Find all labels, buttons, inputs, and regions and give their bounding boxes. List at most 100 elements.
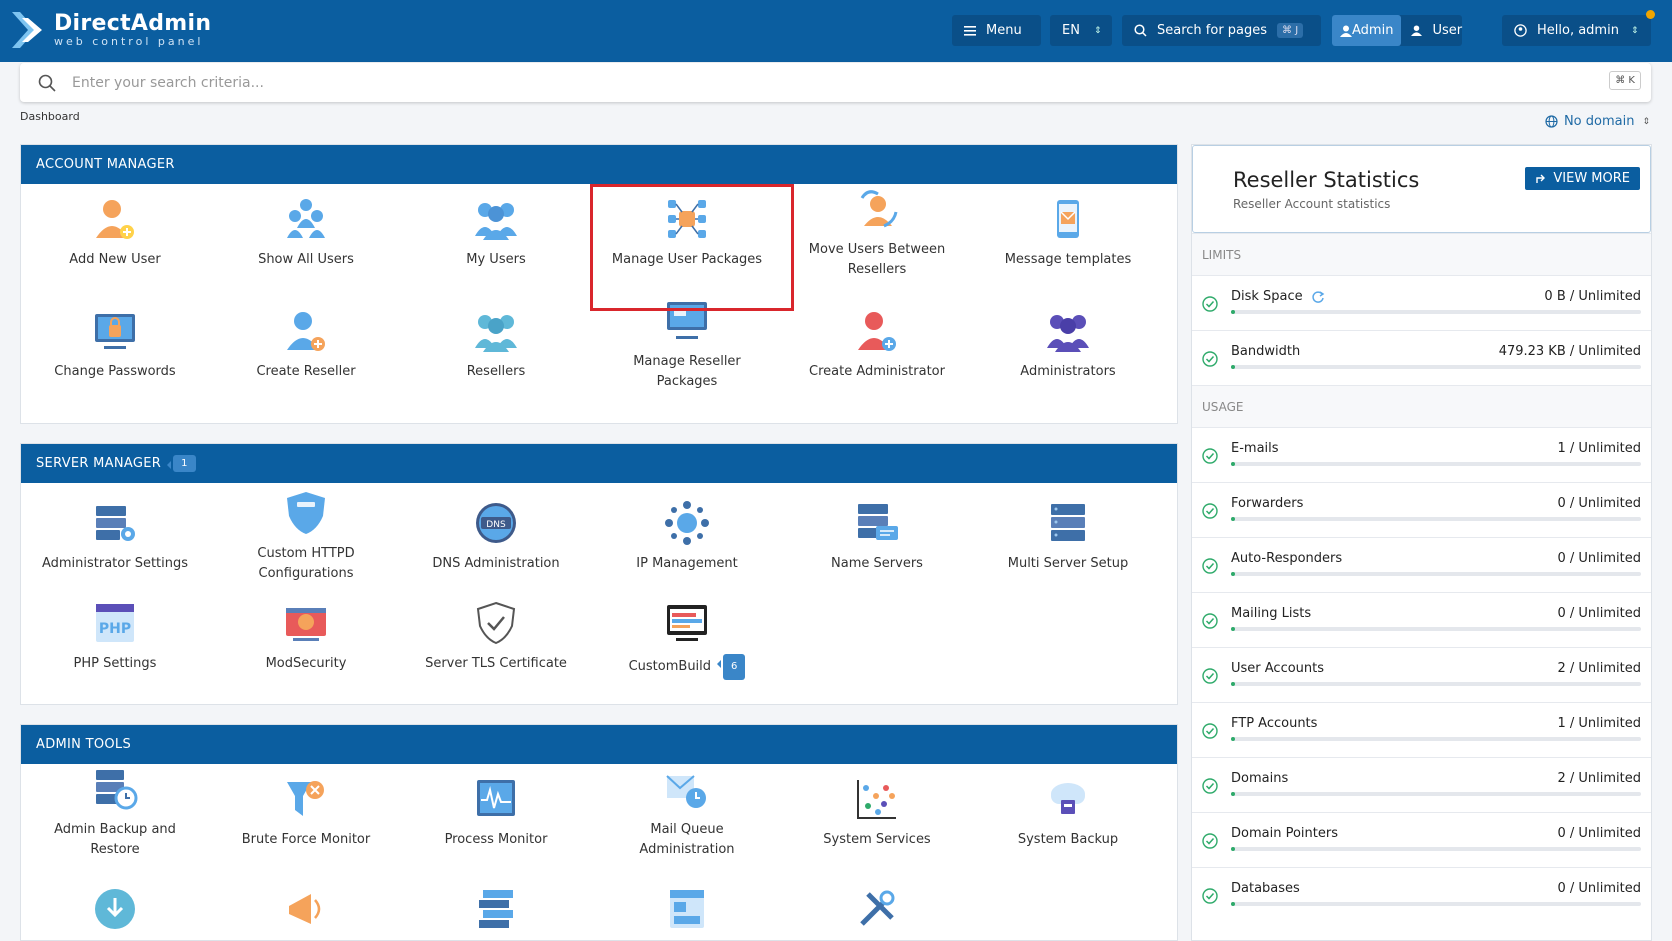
tile-admin-settings[interactable]: Administrator Settings [20,500,210,574]
packages-icon [668,200,706,238]
tile-label: Message templates [1004,252,1132,267]
stat-row: Forwarders 0 / Unlimited [1192,482,1651,537]
tile-administrators[interactable]: Administrators [973,308,1163,382]
move-users-icon [860,190,898,228]
check-circle-icon [1202,558,1218,574]
tile-ip[interactable]: IP Management [592,500,782,574]
stat-label: Domains [1231,771,1289,786]
stat-label: Forwarders [1231,496,1304,511]
stat-row: Disk Space 0 B / Unlimited [1192,275,1651,330]
tile-label: Add New User [69,252,161,267]
tile-php[interactable]: PHP PHP Settings [20,600,210,674]
tile-backup-restore[interactable]: Admin Backup and Restore [20,766,210,860]
menu-button[interactable]: Menu [952,15,1041,46]
panel-title: ADMIN TOOLS [36,737,132,752]
menu-label: Menu [986,23,1022,38]
tile-create-admin[interactable]: Create Administrator [782,308,972,382]
tile-process-monitor[interactable]: Process Monitor [401,776,591,850]
tile-label: Custom HTTPD Configurations [257,546,355,581]
usage-bar [1231,682,1641,686]
httpd-icon [287,492,325,534]
cloud-download-icon [95,889,135,929]
stat-value: 1 / Unlimited [1557,441,1641,456]
tile-label: Change Passwords [54,364,176,379]
check-circle-icon [1202,778,1218,794]
tile-system-backup[interactable]: System Backup [973,776,1163,850]
global-search[interactable]: Enter your search criteria... ⌘ K [20,63,1651,102]
admin-role-button[interactable]: Admin [1332,15,1402,46]
tile-partial[interactable] [782,886,972,940]
stat-value: 0 / Unlimited [1557,826,1641,841]
user-circle-icon [1514,24,1527,37]
stat-row: Auto-Responders 0 / Unlimited [1192,537,1651,592]
usage-bar [1231,517,1641,521]
chevron-updown-icon: ⇕ [1093,25,1102,36]
stat-row: Databases 0 / Unlimited [1192,867,1651,922]
search-icon [1134,24,1147,37]
stat-row: E-mails 1 / Unlimited [1192,427,1651,482]
create-admin-icon [858,312,896,351]
tile-resellers[interactable]: Resellers [401,308,591,382]
tile-tls-shield[interactable]: Server TLS Certificate [401,600,591,674]
php-icon: PHP [96,604,134,642]
tile-label: Resellers [466,364,526,379]
refresh-icon[interactable] [1311,290,1325,304]
tile-label: Brute Force Monitor [241,832,371,847]
tile-message-templates[interactable]: Message templates [973,196,1163,270]
tile-partial[interactable] [20,886,210,940]
directadmin-logo-icon [12,12,42,48]
stat-value: 0 / Unlimited [1557,606,1641,621]
domain-selector[interactable]: No domain ⇕ [1545,114,1650,129]
tile-users[interactable]: Show All Users [211,196,401,270]
stat-value: 2 / Unlimited [1557,661,1641,676]
tile-name-servers[interactable]: Name Servers [782,500,972,574]
user-icon [1411,25,1423,36]
tile-system-services[interactable]: System Services [782,776,972,850]
tile-label: CustomBuild [628,659,712,674]
message-templates-icon [1057,200,1079,238]
tile-my-users[interactable]: My Users [401,196,591,270]
usage-bar [1231,792,1641,796]
tile-reseller-packages[interactable]: Manage Reseller Packages [592,298,782,392]
stat-value: 0 / Unlimited [1557,881,1641,896]
tile-modsecurity[interactable]: ModSecurity [211,600,401,674]
tile-dns[interactable]: DNS DNS Administration [401,500,591,574]
language-select[interactable]: EN ⇕ [1050,15,1112,46]
search-pages-button[interactable]: Search for pages ⌘ J [1122,15,1321,46]
view-more-button[interactable]: VIEW MORE [1525,167,1640,190]
tile-change-password[interactable]: Change Passwords [20,308,210,382]
breadcrumb[interactable]: Dashboard [20,110,80,123]
tile-partial[interactable] [592,886,782,940]
tile-custombuild[interactable]: CustomBuild 6 [592,600,782,680]
tile-partial[interactable] [401,886,591,940]
tile-label: IP Management [636,556,738,571]
tls-shield-icon [476,601,516,645]
stat-value: 0 / Unlimited [1557,496,1641,511]
system-services-icon [857,780,896,819]
panel-header: ACCOUNT MANAGER [21,145,1177,184]
account-menu-button[interactable]: Hello, admin ⇕ [1502,15,1651,46]
panel-header: SERVER MANAGER 1 [21,444,1177,483]
stat-row: Domains 2 / Unlimited [1192,757,1651,812]
tile-partial[interactable] [211,886,401,940]
stat-row: User Accounts 2 / Unlimited [1192,647,1651,702]
usage-bar [1231,847,1641,851]
notification-dot[interactable] [1646,10,1655,19]
tile-packages[interactable]: Manage User Packages [592,196,782,270]
user-role-button[interactable]: User [1401,15,1472,46]
search-pages-label: Search for pages [1157,23,1268,38]
tile-move-users[interactable]: Move Users Between Resellers [782,186,972,280]
tile-mail-queue[interactable]: Mail Queue Administration [592,766,782,860]
tile-httpd[interactable]: Custom HTTPD Configurations [211,490,401,584]
count-badge: 1 [167,455,196,472]
tile-brute-force[interactable]: Brute Force Monitor [211,776,401,850]
stat-value: 0 B / Unlimited [1544,289,1641,304]
logo[interactable]: DirectAdmin web control panel [10,10,211,50]
tile-label: Admin Backup and Restore [54,822,176,857]
tile-multi-server[interactable]: Multi Server Setup [973,500,1163,574]
usage-bar [1231,627,1641,631]
usage-bar [1231,462,1641,466]
search-input[interactable]: Enter your search criteria... [72,75,264,91]
tile-add-user[interactable]: Add New User [20,196,210,270]
tile-create-reseller[interactable]: Create Reseller [211,308,401,382]
